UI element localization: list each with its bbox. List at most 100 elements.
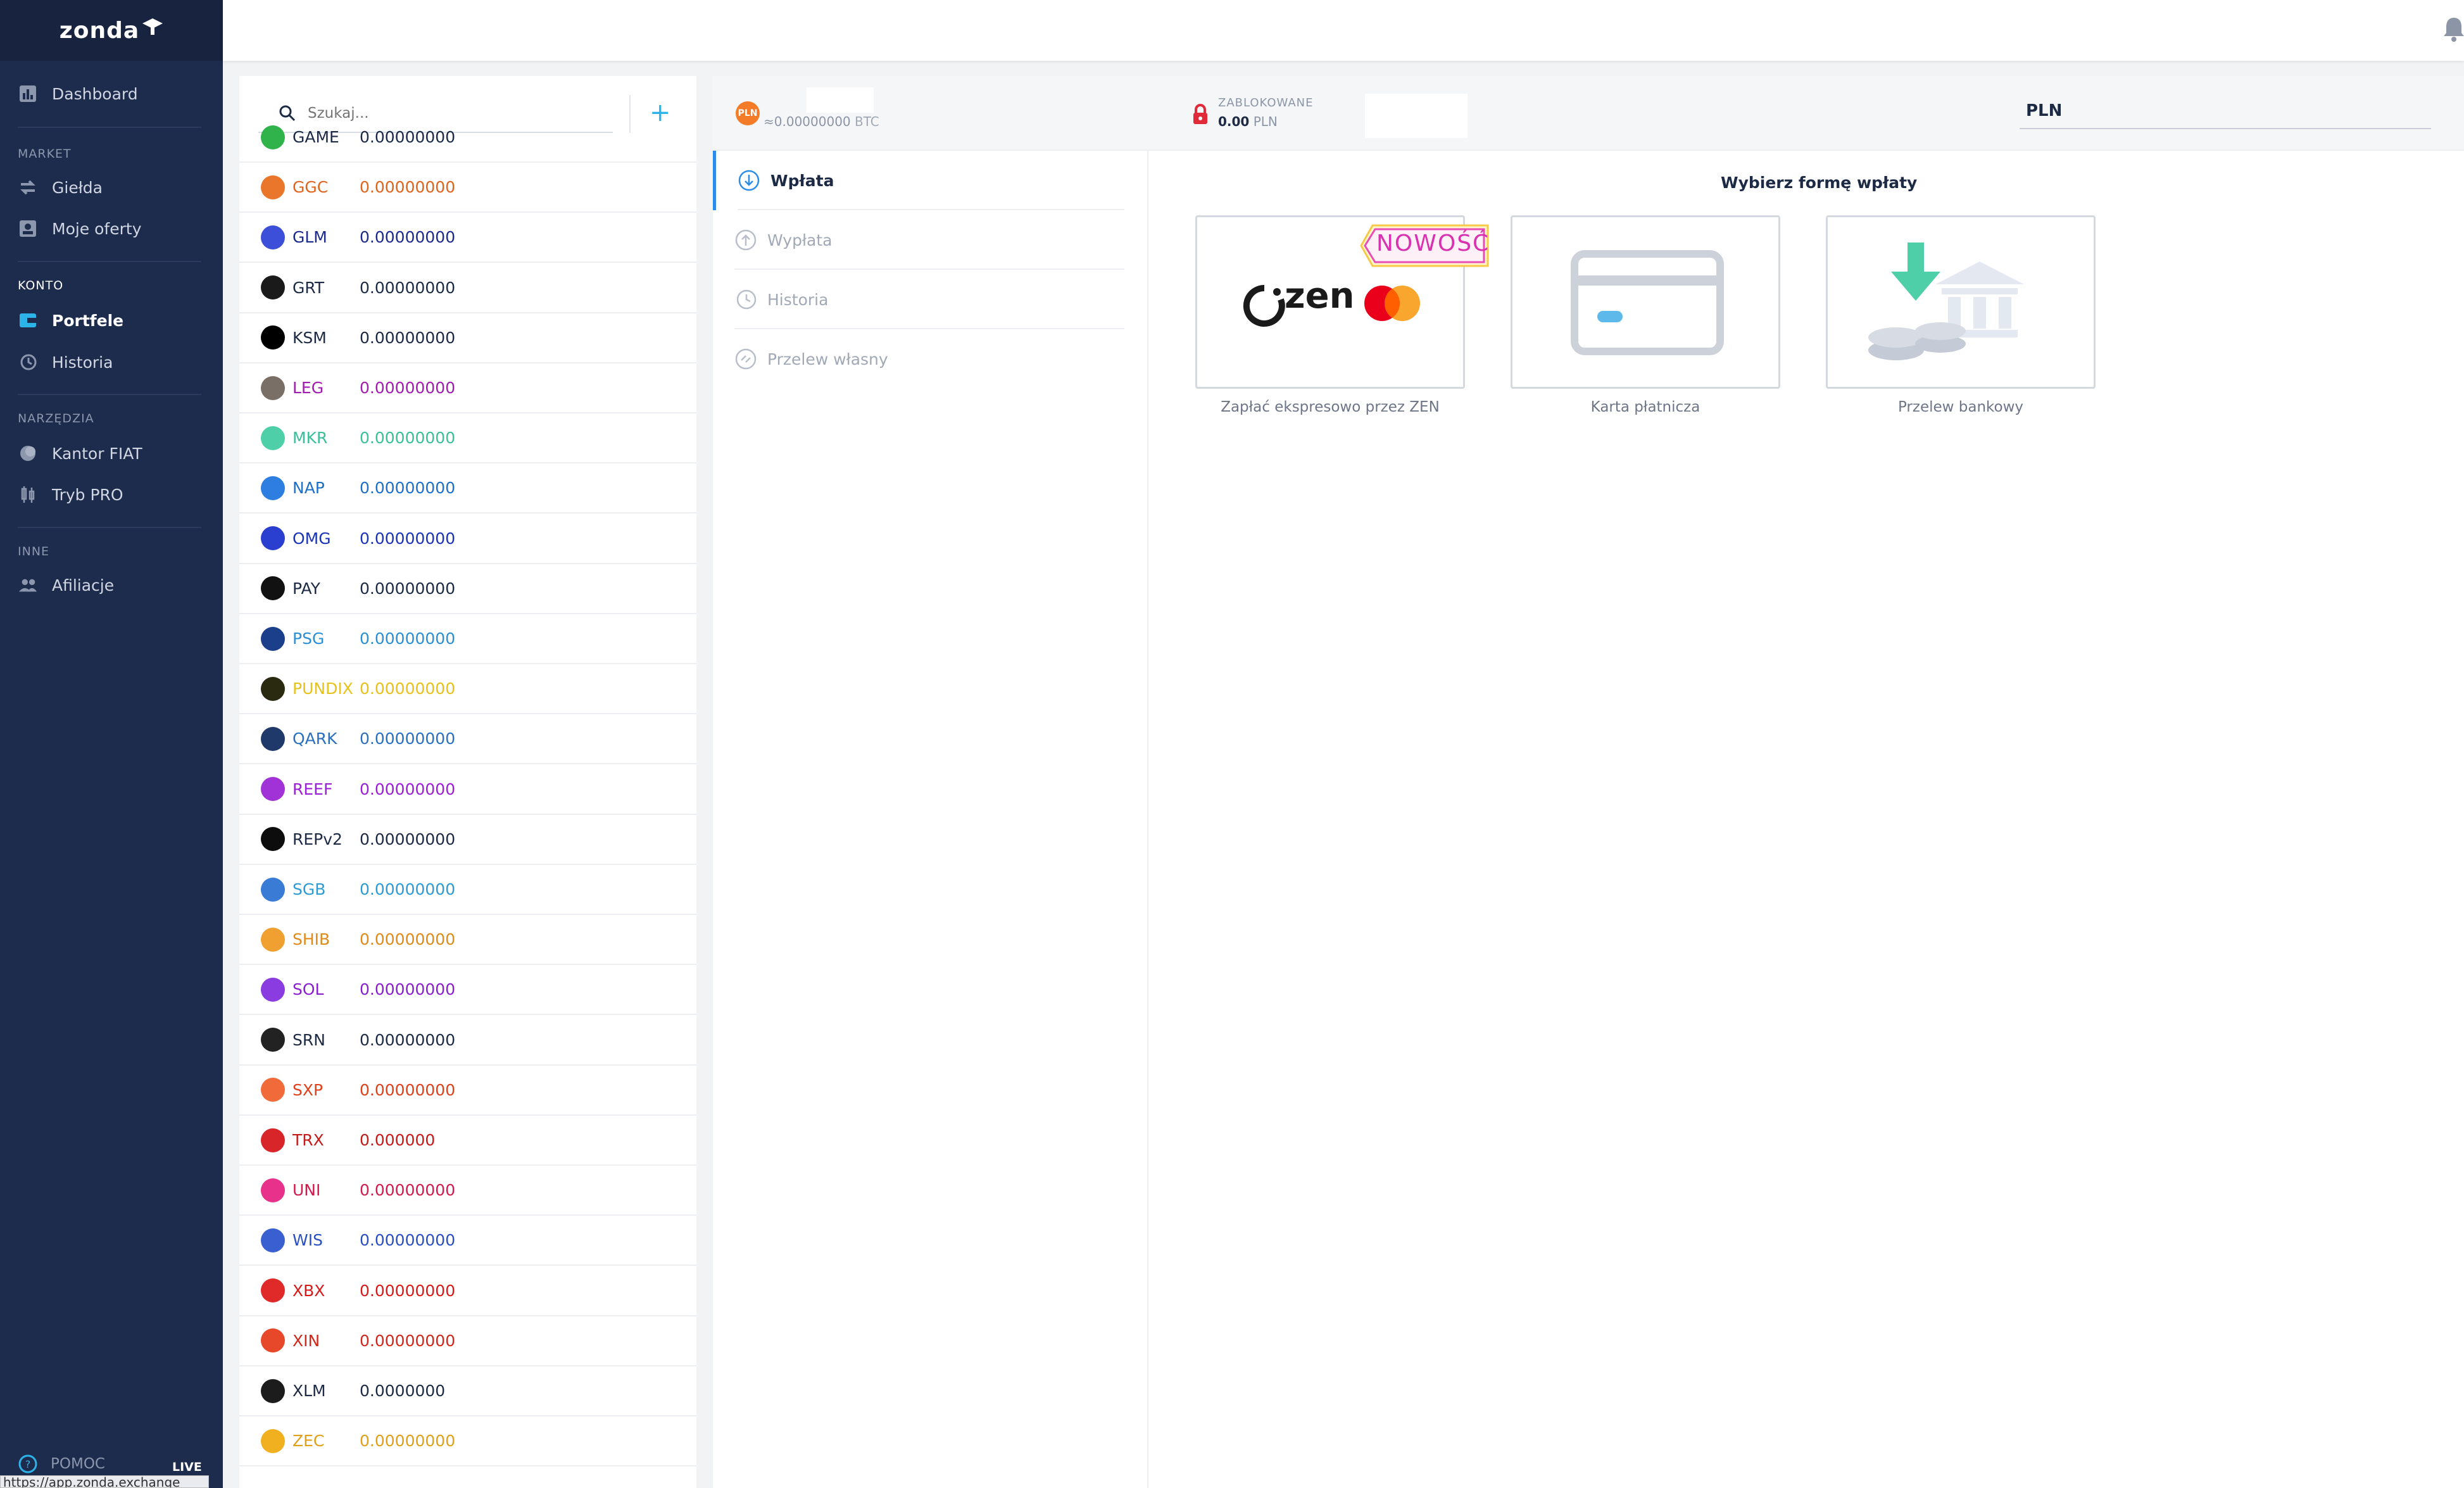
- wallet-row[interactable]: KSM 0.00000000: [239, 313, 696, 363]
- section-inne: INNE: [18, 545, 50, 558]
- wallet-list: + GAME0.00000000GGC0.00000000GLM0.000000…: [239, 76, 696, 1488]
- card-payment-card[interactable]: [1511, 215, 1780, 389]
- wallet-row[interactable]: WIS 0.00000000: [239, 1216, 696, 1266]
- wallet-symbol: ZEC: [292, 1432, 325, 1451]
- tab-historia[interactable]: Historia: [713, 270, 1124, 329]
- hidden-balance: [807, 87, 874, 113]
- offers-icon: [18, 218, 38, 239]
- history-icon: [18, 352, 38, 372]
- nav-tryb-pro[interactable]: Tryb PRO: [18, 484, 123, 505]
- bell-icon[interactable]: [2441, 15, 2464, 43]
- nav-dashboard-label: Dashboard: [52, 84, 138, 103]
- svg-text:?: ?: [25, 1458, 31, 1470]
- wallet-row[interactable]: NAP 0.00000000: [239, 463, 696, 514]
- wallet-row[interactable]: GRT 0.00000000: [239, 263, 696, 313]
- wallet-row[interactable]: MKR 0.00000000: [239, 413, 696, 464]
- wallet-row[interactable]: SRN 0.00000000: [239, 1016, 696, 1066]
- wallet-panel: PLN ≈0.00000000 BTC ZABLOKOWANE 0.00 PLN…: [713, 76, 2464, 1488]
- locked-balance: 0.00 PLN: [1218, 114, 1278, 129]
- nav-portfele[interactable]: Portfele: [18, 310, 123, 331]
- wallet-row[interactable]: XBX 0.00000000: [239, 1266, 696, 1316]
- arrow-up-circle-icon: [735, 229, 757, 251]
- wallet-row[interactable]: SOL 0.00000000: [239, 965, 696, 1016]
- wallet-row[interactable]: TRX 0.000000: [239, 1116, 696, 1166]
- wallet-row[interactable]: ZEC 0.00000000: [239, 1416, 696, 1467]
- wallet-row[interactable]: XIN 0.00000000: [239, 1316, 696, 1366]
- tab-wplata-label: Wpłata: [770, 171, 834, 190]
- section-narzedzia: NARZĘDZIA: [18, 412, 94, 426]
- wallet-balance: 0.00000000: [360, 479, 456, 498]
- tab-wyplata[interactable]: Wypłata: [713, 210, 1124, 270]
- candles-icon: [18, 484, 38, 505]
- zen-logo-text: zen: [1285, 275, 1355, 317]
- wallet-balance: 0.00000000: [360, 729, 456, 748]
- currency-select[interactable]: PLN: [2020, 101, 2431, 129]
- nav-kantor-label: Kantor FIAT: [52, 444, 142, 463]
- section-konto: KONTO: [18, 279, 64, 293]
- tab-historia-label: Historia: [767, 290, 829, 309]
- lock-icon: [1193, 104, 1207, 124]
- wallet-symbol: XIN: [292, 1331, 320, 1350]
- wallet-symbol: SOL: [292, 980, 324, 999]
- tab-wplata[interactable]: Wpłata: [713, 151, 1124, 210]
- wallet-symbol: GRT: [292, 278, 325, 297]
- psg-coin-icon: [261, 626, 285, 651]
- wallet-symbol: PAY: [292, 579, 320, 598]
- mkr-coin-icon: [261, 426, 285, 450]
- operation-tabs: Wpłata Wypłata Historia Przelew własny: [713, 151, 1148, 1488]
- wallet-row[interactable]: SGB 0.00000000: [239, 865, 696, 915]
- wallet-row[interactable]: XLM 0.0000000: [239, 1366, 696, 1416]
- hidden-locked-fiat: [1365, 94, 1468, 138]
- wallet-balance: 0.00000000: [360, 1030, 456, 1049]
- wallet-row[interactable]: PSG 0.00000000: [239, 614, 696, 664]
- wallet-symbol: WIS: [292, 1231, 323, 1250]
- bank-transfer-card[interactable]: [1826, 215, 2096, 389]
- wallet-row[interactable]: PUNDIX 0.00000000: [239, 664, 696, 715]
- wallet-row[interactable]: OMG 0.00000000: [239, 514, 696, 564]
- wallet-row[interactable]: GLM 0.00000000: [239, 213, 696, 263]
- nav-dashboard[interactable]: Dashboard: [18, 84, 138, 104]
- tab-przelew-wlasny[interactable]: Przelew własny: [713, 329, 1124, 389]
- wallet-row[interactable]: REEF 0.00000000: [239, 765, 696, 815]
- nav-afiliacje[interactable]: Afiliacje: [18, 575, 114, 595]
- wallet-row[interactable]: SHIB 0.00000000: [239, 915, 696, 966]
- wallet-row[interactable]: PAY 0.00000000: [239, 564, 696, 614]
- nav-afiliacje-label: Afiliacje: [52, 576, 115, 595]
- wallet-balance: 0.00000000: [360, 1231, 456, 1250]
- card-label: Karta płatnicza: [1590, 399, 1700, 415]
- qark-coin-icon: [261, 726, 285, 751]
- nav-gielda[interactable]: Giełda: [18, 177, 103, 198]
- status-url: https://app.zonda.exchange: [0, 1475, 209, 1488]
- locked-unit: PLN: [1253, 114, 1278, 129]
- wallet-symbol: PUNDIX: [292, 679, 353, 698]
- wallet-row[interactable]: GAME 0.00000000: [239, 113, 696, 163]
- wallet-row[interactable]: UNI 0.00000000: [239, 1166, 696, 1216]
- graduation-cap-icon: [142, 18, 163, 35]
- wallet-symbol: XLM: [292, 1382, 326, 1400]
- nav-moje-oferty[interactable]: Moje oferty: [18, 218, 142, 239]
- repv2-coin-icon: [261, 827, 285, 852]
- zen-logo-icon: [1243, 284, 1285, 327]
- btc-equivalent: ≈0.00000000 BTC: [764, 114, 879, 129]
- help-button[interactable]: ? POMOC: [18, 1454, 105, 1474]
- arrow-down-circle-icon: [738, 170, 760, 191]
- ksm-coin-icon: [261, 325, 285, 350]
- help-label: POMOC: [51, 1456, 105, 1472]
- wallet-balance: 0.00000000: [360, 980, 456, 999]
- wallet-balance: 0.00000000: [360, 1181, 456, 1200]
- zonda-logo[interactable]: zonda: [0, 0, 223, 61]
- wallet-balance: 0.00000000: [360, 679, 456, 698]
- wallet-row[interactable]: LEG 0.00000000: [239, 363, 696, 413]
- tab-przelew-label: Przelew własny: [767, 350, 888, 369]
- nav-historia-label: Historia: [52, 353, 113, 372]
- wallet-row[interactable]: SXP 0.00000000: [239, 1066, 696, 1116]
- nav-historia[interactable]: Historia: [18, 352, 113, 372]
- wallet-row[interactable]: REPv2 0.00000000: [239, 815, 696, 865]
- section-market: MARKET: [18, 147, 72, 161]
- wallet-balance: 0.00000000: [360, 829, 456, 848]
- wallet-row[interactable]: QARK 0.00000000: [239, 714, 696, 765]
- wallet-balance: 0.00000000: [360, 1080, 456, 1099]
- wallet-row[interactable]: GGC 0.00000000: [239, 163, 696, 213]
- wallet-balance: 0.00000000: [360, 429, 456, 448]
- nav-kantor[interactable]: Kantor FIAT: [18, 443, 142, 463]
